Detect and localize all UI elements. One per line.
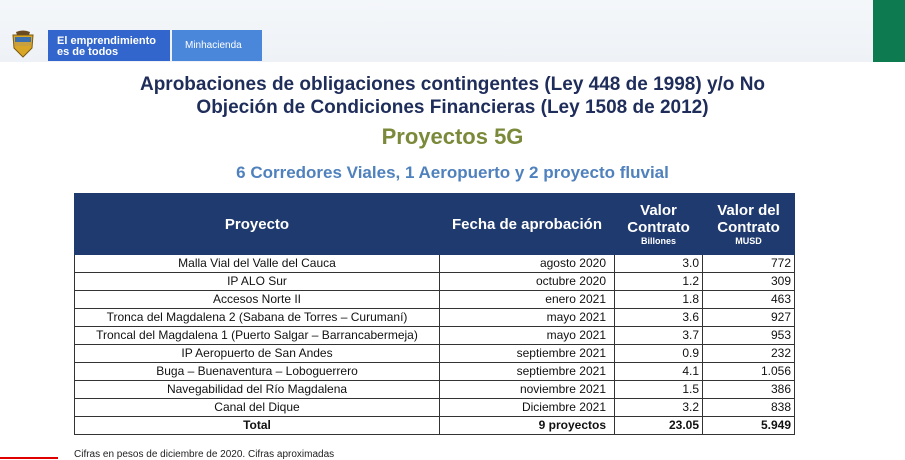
cell-usd: 463: [702, 290, 795, 309]
table-row: Navegabilidad del Río Magdalena noviembr…: [74, 380, 795, 399]
page-title-line2: Objeción de Condiciones Financieras (Ley…: [196, 97, 709, 118]
cell-fecha: Diciembre 2021: [439, 398, 615, 417]
cell-usd: 772: [702, 254, 795, 273]
total-count: 9 proyectos: [439, 416, 615, 435]
header-valor-line1: Valor: [640, 201, 677, 219]
cell-proyecto: Accesos Norte II: [74, 290, 440, 309]
cell-proyecto: Canal del Dique: [74, 398, 440, 417]
page-title-line1: Aprobaciones de obligaciones contingente…: [139, 74, 766, 95]
cell-usd: 953: [702, 326, 795, 345]
cell-fecha: mayo 2021: [439, 308, 615, 327]
total-label: Total: [74, 416, 440, 435]
table-row: IP Aeropuerto de San Andes septiembre 20…: [74, 344, 795, 363]
cell-proyecto: Buga – Buenaventura – Loboguerrero: [74, 362, 440, 381]
total-valor: 23.05: [614, 416, 703, 435]
header-fecha: Fecha de aprobación: [439, 193, 615, 255]
table-header-row: Proyecto Fecha de aprobación Valor Contr…: [74, 193, 795, 255]
ministry-label: Minhacienda: [172, 30, 262, 61]
cell-usd: 927: [702, 308, 795, 327]
cell-valor: 3.7: [614, 326, 703, 345]
cell-usd: 1.056: [702, 362, 795, 381]
cell-valor: 3.6: [614, 308, 703, 327]
cell-usd: 838: [702, 398, 795, 417]
cell-usd: 309: [702, 272, 795, 291]
cell-proyecto: Malla Vial del Valle del Cauca: [74, 254, 440, 273]
subtitle: 6 Corredores Viales, 1 Aeropuerto y 2 pr…: [236, 163, 669, 182]
colombia-coat-of-arms-icon: [12, 30, 34, 58]
cell-proyecto: Navegabilidad del Río Magdalena: [74, 380, 440, 399]
header-valor-contrato: Valor Contrato Billones: [614, 193, 703, 255]
cell-valor: 0.9: [614, 344, 703, 363]
cell-fecha: noviembre 2021: [439, 380, 615, 399]
footnote: Cifras en pesos de diciembre de 2020. Ci…: [74, 449, 335, 460]
table-row: IP ALO Sur octubre 2020 1.2 309: [74, 272, 795, 291]
cell-usd: 232: [702, 344, 795, 363]
table-row: Accesos Norte II enero 2021 1.8 463: [74, 290, 795, 309]
cell-valor: 1.2: [614, 272, 703, 291]
cell-fecha: mayo 2021: [439, 326, 615, 345]
header-proyecto: Proyecto: [74, 193, 440, 255]
cell-proyecto: IP ALO Sur: [74, 272, 440, 291]
cell-proyecto: Troncal del Magdalena 1 (Puerto Salgar –…: [74, 326, 440, 345]
cell-valor: 1.8: [614, 290, 703, 309]
header-valor-unit: Billones: [640, 235, 676, 246]
table-row: Malla Vial del Valle del Cauca agosto 20…: [74, 254, 795, 273]
projects-table: Proyecto Fecha de aprobación Valor Contr…: [74, 193, 795, 435]
cell-fecha: septiembre 2021: [439, 362, 615, 381]
accent-green-bar: [873, 0, 905, 62]
cell-valor: 4.1: [614, 362, 703, 381]
header-usd-line1: Valor del: [717, 201, 780, 219]
header-usd-unit: MUSD: [735, 235, 762, 246]
cell-proyecto: IP Aeropuerto de San Andes: [74, 344, 440, 363]
table-row: Troncal del Magdalena 1 (Puerto Salgar –…: [74, 326, 795, 345]
header-valor-line2: Contrato: [627, 218, 690, 236]
table-total-row: Total 9 proyectos 23.05 5.949: [74, 416, 795, 435]
cell-proyecto: Tronca del Magdalena 2 (Sabana de Torres…: [74, 308, 440, 327]
cell-usd: 386: [702, 380, 795, 399]
cell-valor: 1.5: [614, 380, 703, 399]
government-slogan: El emprendimiento es de todos: [48, 30, 170, 61]
table-row: Canal del Dique Diciembre 2021 3.2 838: [74, 398, 795, 417]
header-usd-line2: Contrato: [717, 218, 780, 236]
cell-fecha: septiembre 2021: [439, 344, 615, 363]
cell-valor: 3.2: [614, 398, 703, 417]
table-row: Tronca del Magdalena 2 (Sabana de Torres…: [74, 308, 795, 327]
cell-valor: 3.0: [614, 254, 703, 273]
cell-fecha: agosto 2020: [439, 254, 615, 273]
section-title: Proyectos 5G: [381, 124, 524, 149]
table-row: Buga – Buenaventura – Loboguerrero septi…: [74, 362, 795, 381]
slogan-line2: es de todos: [57, 46, 119, 58]
cell-fecha: enero 2021: [439, 290, 615, 309]
total-usd: 5.949: [702, 416, 795, 435]
cell-fecha: octubre 2020: [439, 272, 615, 291]
header-valor-usd: Valor del Contrato MUSD: [702, 193, 795, 255]
